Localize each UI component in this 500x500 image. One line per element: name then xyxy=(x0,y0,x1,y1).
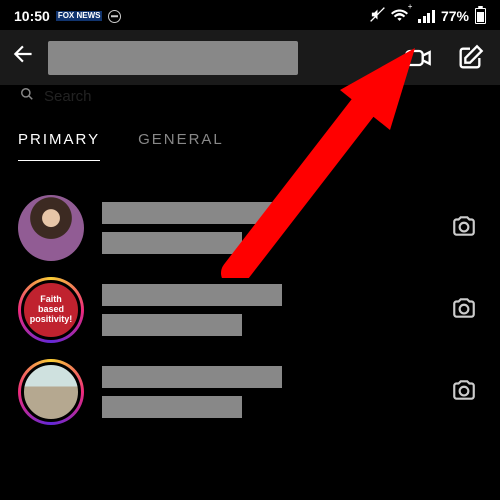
status-time: 10:50 xyxy=(14,8,50,24)
chat-name-redacted xyxy=(102,284,282,306)
avatar[interactable] xyxy=(18,195,84,261)
chat-preview-redacted xyxy=(102,314,242,336)
tab-general[interactable]: GENERAL xyxy=(138,131,224,161)
camera-button[interactable] xyxy=(446,377,482,408)
android-status-bar: 10:50 FOX NEWS + 77% xyxy=(0,0,500,30)
avatar[interactable] xyxy=(18,359,84,425)
new-message-button[interactable] xyxy=(448,36,492,80)
chat-row[interactable] xyxy=(0,351,500,433)
camera-button[interactable] xyxy=(446,295,482,326)
chat-row[interactable]: Faith based positivity! xyxy=(0,269,500,351)
chat-list: Faith based positivity! xyxy=(0,187,500,433)
battery-percentage: 77% xyxy=(441,8,469,24)
do-not-disturb-icon xyxy=(108,10,121,23)
tab-primary[interactable]: PRIMARY xyxy=(18,131,100,161)
mute-icon xyxy=(370,7,385,26)
chat-name-redacted xyxy=(102,366,282,388)
battery-icon xyxy=(475,8,486,24)
chat-row[interactable] xyxy=(0,187,500,269)
video-call-button[interactable] xyxy=(396,36,440,80)
account-username[interactable] xyxy=(48,41,298,75)
avatar[interactable]: Faith based positivity! xyxy=(18,277,84,343)
search-row[interactable]: Search xyxy=(0,85,500,107)
inbox-tabs: PRIMARY GENERAL xyxy=(0,131,500,161)
avatar-label: Faith based positivity! xyxy=(21,280,81,340)
search-icon xyxy=(20,87,34,105)
chat-preview-redacted xyxy=(102,232,242,254)
signal-icon xyxy=(418,10,435,23)
back-button[interactable] xyxy=(8,41,40,74)
fox-news-icon: FOX NEWS xyxy=(56,11,103,21)
wifi-icon: + xyxy=(391,8,413,25)
chat-preview-redacted xyxy=(102,396,242,418)
dm-app-bar xyxy=(0,30,500,85)
chat-name-redacted xyxy=(102,202,282,224)
search-placeholder: Search xyxy=(44,88,92,105)
camera-button[interactable] xyxy=(446,213,482,244)
